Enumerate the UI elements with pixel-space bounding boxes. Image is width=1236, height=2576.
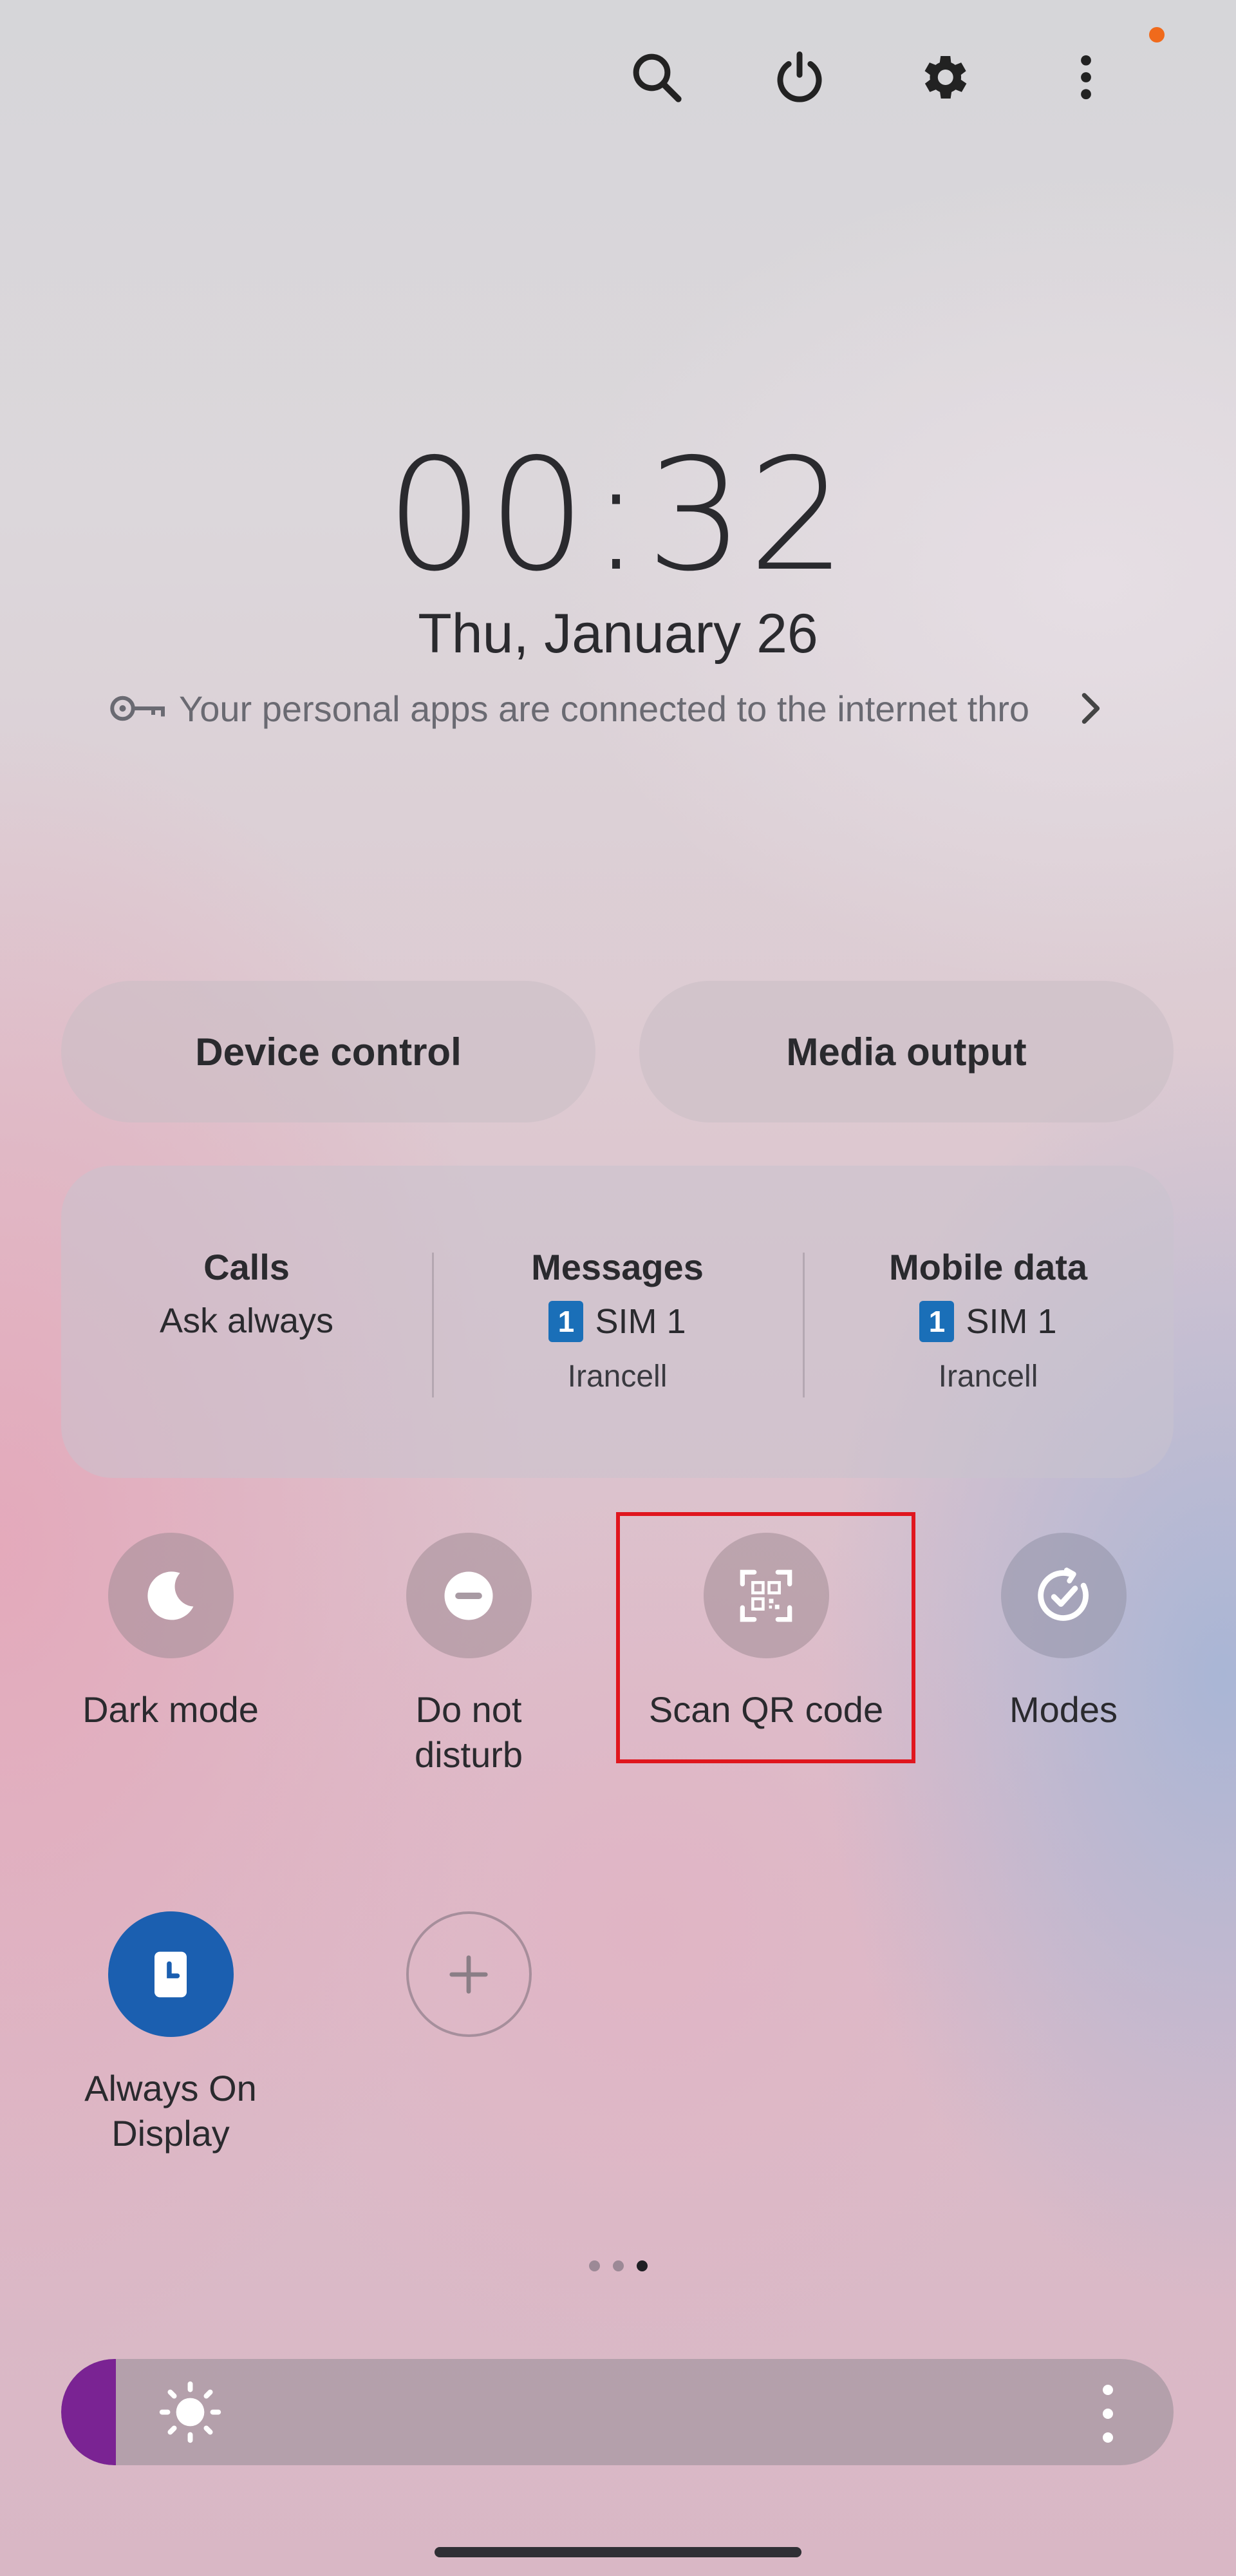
key-icon <box>110 696 165 721</box>
quick-panel-top-bar <box>618 39 1197 116</box>
minus-circle-icon <box>444 1571 493 1620</box>
page-indicator <box>0 2260 1236 2271</box>
plus-icon <box>449 1955 488 1994</box>
do-not-disturb-button[interactable] <box>406 1533 532 1658</box>
sim-messages-title: Messages <box>531 1247 704 1287</box>
clock-time: 00:32 <box>386 425 850 605</box>
add-tile-button[interactable] <box>406 1911 532 2037</box>
brightness-slider[interactable] <box>61 2359 1174 2465</box>
tile-add-button[interactable] <box>321 1911 617 2037</box>
sim-mobile-data-value: 1 SIM 1 <box>803 1301 1174 1342</box>
page-dot[interactable] <box>612 2260 624 2271</box>
notification-dot <box>1149 27 1165 43</box>
sim-badge-icon: 1 <box>548 1301 584 1342</box>
sim-messages-sim: SIM 1 <box>595 1302 686 1341</box>
dark-mode-button[interactable] <box>108 1533 234 1658</box>
tile-label: Always On Display <box>84 2068 257 2154</box>
modes-check-icon <box>1037 1567 1089 1621</box>
home-gesture-handle[interactable] <box>435 2547 801 2557</box>
sim-badge-icon: 1 <box>919 1301 955 1342</box>
sim-mobile-data-title: Mobile data <box>888 1247 1088 1287</box>
page-dot[interactable] <box>588 2260 600 2271</box>
more-options-icon[interactable] <box>1047 39 1125 116</box>
always-on-display-button[interactable] <box>108 1911 234 2037</box>
vpn-notice[interactable]: Your personal apps are connected to the … <box>108 679 1112 737</box>
moon-icon <box>147 1571 194 1620</box>
sim-messages-value: 1 SIM 1 <box>432 1301 803 1342</box>
media-output-button[interactable]: Media output <box>639 981 1174 1122</box>
sim-calls-value: Ask always <box>159 1302 334 1340</box>
sun-icon <box>159 2381 221 2443</box>
device-control-button[interactable]: Device control <box>61 981 595 1122</box>
sim-mobile-data-sim: SIM 1 <box>966 1302 1057 1341</box>
sim-mobile-data[interactable]: Mobile data 1 SIM 1 Irancell <box>803 1166 1174 1478</box>
modes-button[interactable] <box>1000 1533 1127 1658</box>
tile-label: Dark mode <box>82 1689 259 1730</box>
search-icon[interactable] <box>618 39 695 116</box>
sim-mobile-data-carrier: Irancell <box>938 1359 1038 1394</box>
tile-always-on-display[interactable]: Always On Display <box>23 1911 319 2156</box>
chevron-right-icon <box>1082 693 1100 724</box>
gear-icon[interactable] <box>904 39 982 116</box>
tile-label: Do not disturb <box>414 1689 523 1775</box>
sim-calls[interactable]: Calls Ask always <box>61 1166 432 1478</box>
brightness-fill <box>61 2359 116 2465</box>
sim-calls-title: Calls <box>203 1247 290 1287</box>
vpn-notice-text: Your personal apps are connected to the … <box>179 688 1030 729</box>
clock-date: Thu, January 26 <box>418 603 818 665</box>
brightness-more-icon[interactable] <box>1100 2385 1116 2443</box>
sim-manager-card: Calls Ask always Messages 1 SIM 1 Irance… <box>61 1166 1174 1478</box>
highlight-box <box>616 1512 915 1763</box>
tile-label: Modes <box>1009 1689 1118 1730</box>
power-icon[interactable] <box>761 39 838 116</box>
page-dot-active[interactable] <box>636 2260 648 2271</box>
sim-messages-carrier: Irancell <box>567 1359 668 1394</box>
tile-modes[interactable]: Modes <box>915 1533 1212 1732</box>
sim-messages[interactable]: Messages 1 SIM 1 Irancell <box>432 1166 803 1478</box>
tile-do-not-disturb[interactable]: Do not disturb <box>321 1533 617 1777</box>
clock-screen-icon <box>154 1951 187 1997</box>
tile-dark-mode[interactable]: Dark mode <box>23 1533 319 1732</box>
